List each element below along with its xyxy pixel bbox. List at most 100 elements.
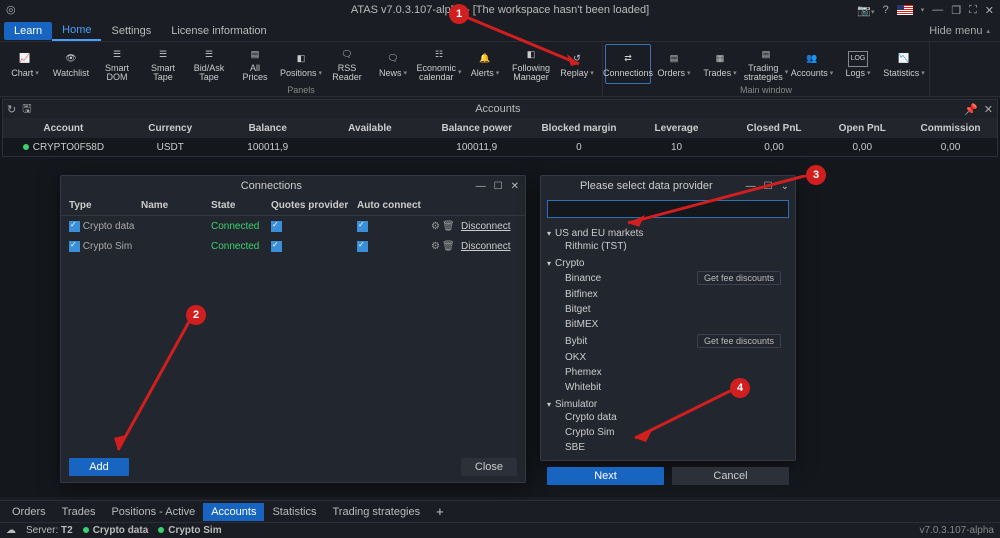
dialog-maximize-button[interactable]: ☐ bbox=[764, 181, 773, 192]
tab-accounts[interactable]: Accounts bbox=[203, 503, 264, 521]
refresh-icon[interactable]: ↻ bbox=[7, 103, 16, 116]
watchlist-button[interactable]: 👁Watchlist bbox=[48, 44, 94, 84]
tab-orders[interactable]: Orders bbox=[4, 503, 54, 521]
add-button[interactable]: Add bbox=[69, 458, 129, 476]
tab-trades[interactable]: Trades bbox=[54, 503, 104, 521]
trades-button[interactable]: ▦Trades▾ bbox=[697, 44, 743, 84]
window-restore-button[interactable]: ❐ bbox=[951, 4, 961, 17]
help-icon[interactable]: ? bbox=[883, 4, 889, 16]
smarttape-button[interactable]: ☰Smart Tape bbox=[140, 44, 186, 84]
fee-button[interactable]: Get fee discounts bbox=[697, 334, 781, 348]
allprices-button[interactable]: ▤All Prices bbox=[232, 44, 278, 84]
smartdom-button[interactable]: ☰Smart DOM bbox=[94, 44, 140, 84]
dialog-expand-button[interactable]: ⌄ bbox=[781, 181, 789, 192]
provider-item-whitebit[interactable]: Whitebit bbox=[547, 380, 789, 395]
hide-menu-button[interactable]: Hide menu ▴ bbox=[929, 25, 1000, 37]
accounts-panel-title: Accounts bbox=[32, 103, 964, 115]
settings-tab[interactable]: Settings bbox=[101, 22, 161, 40]
add-tab-button[interactable]: + bbox=[428, 502, 452, 521]
logs-button[interactable]: LOGLogs▾ bbox=[835, 44, 881, 84]
provider-item-bitmex[interactable]: BitMEX bbox=[547, 317, 789, 332]
window-fullscreen-button[interactable]: ⛶ bbox=[969, 4, 977, 17]
provider-item-rithmic[interactable]: Rithmic (TST) bbox=[547, 239, 789, 254]
col-closed[interactable]: Closed PnL bbox=[728, 118, 821, 138]
col-commission[interactable]: Commission bbox=[904, 118, 997, 138]
account-row[interactable]: CRYPTO0F58D USDT 100011,9 100011,9 0 10 … bbox=[3, 138, 997, 156]
trash-icon[interactable]: 🗑 bbox=[442, 241, 457, 252]
statistics-button[interactable]: 📉Statistics▾ bbox=[881, 44, 927, 84]
provider-search-input[interactable] bbox=[547, 200, 789, 218]
bidask-button[interactable]: ☰Bid/Ask Tape bbox=[186, 44, 232, 84]
col-account[interactable]: Account bbox=[3, 118, 124, 138]
license-tab[interactable]: License information bbox=[161, 22, 276, 40]
news-button[interactable]: 🗨News▾ bbox=[370, 44, 416, 84]
window-close-button[interactable]: ✕ bbox=[985, 4, 994, 17]
group-crypto[interactable]: ▾Crypto bbox=[547, 258, 789, 269]
close-button[interactable]: Close bbox=[461, 458, 517, 476]
rss-button[interactable]: 🗨RSS Reader bbox=[324, 44, 370, 84]
provider-item-bitget[interactable]: Bitget bbox=[547, 302, 789, 317]
col-leverage[interactable]: Leverage bbox=[625, 118, 727, 138]
dialog-minimize-button[interactable]: — bbox=[746, 181, 756, 192]
group-simulator[interactable]: ▾Simulator bbox=[547, 399, 789, 410]
panel-close-icon[interactable]: ✕ bbox=[984, 103, 993, 116]
tab-statistics[interactable]: Statistics bbox=[264, 503, 324, 521]
following-button[interactable]: ◧Following Manager bbox=[508, 44, 554, 84]
col-balance[interactable]: Balance bbox=[217, 118, 319, 138]
group-useu[interactable]: ▾US and EU markets bbox=[547, 228, 789, 239]
disconnect-link[interactable]: Disconnect bbox=[461, 241, 510, 252]
chart-button[interactable]: 📈Chart▾ bbox=[2, 44, 48, 84]
orders-button[interactable]: ▤Orders▾ bbox=[651, 44, 697, 84]
dialog-minimize-button[interactable]: — bbox=[476, 181, 486, 192]
status-dot-icon bbox=[158, 527, 164, 533]
trash-icon[interactable]: 🗑 bbox=[442, 221, 457, 232]
provider-item-cryptosim[interactable]: Crypto Sim bbox=[547, 425, 789, 440]
connection-row[interactable]: Crypto Sim Connected ⚙🗑 Disconnect bbox=[61, 236, 525, 256]
positions-button[interactable]: ◧Positions▾ bbox=[278, 44, 324, 84]
connections-button[interactable]: ⇄Connections bbox=[605, 44, 651, 84]
autoconnect-checkbox[interactable] bbox=[357, 221, 368, 232]
provider-item-cryptodata[interactable]: Crypto data bbox=[547, 410, 789, 425]
provider-item-phemex[interactable]: Phemex bbox=[547, 365, 789, 380]
col-available[interactable]: Available bbox=[319, 118, 421, 138]
pin-icon[interactable]: 📌 bbox=[964, 103, 978, 116]
tab-strategies[interactable]: Trading strategies bbox=[324, 503, 428, 521]
learn-tab[interactable]: Learn bbox=[4, 22, 52, 40]
calendar-icon: ☷ bbox=[435, 47, 443, 63]
dialog-maximize-button[interactable]: ☐ bbox=[494, 181, 503, 192]
connection-row[interactable]: Crypto data Connected ⚙🗑 Disconnect bbox=[61, 216, 525, 236]
alerts-button[interactable]: 🔔Alerts▾ bbox=[462, 44, 508, 84]
window-minimize-button[interactable]: — bbox=[932, 4, 943, 16]
enabled-checkbox[interactable] bbox=[69, 241, 80, 252]
tab-positions[interactable]: Positions - Active bbox=[103, 503, 203, 521]
quotes-checkbox[interactable] bbox=[271, 241, 282, 252]
cancel-button[interactable]: Cancel bbox=[672, 467, 789, 485]
replay-button[interactable]: ↺Replay▾ bbox=[554, 44, 600, 84]
replay-icon: ↺ bbox=[573, 51, 581, 67]
strategies-button[interactable]: ▤Trading strategies▾ bbox=[743, 44, 789, 84]
gear-icon[interactable]: ⚙ bbox=[431, 241, 442, 252]
save-icon[interactable]: 🖫 bbox=[22, 100, 31, 119]
fee-button[interactable]: Get fee discounts bbox=[697, 271, 781, 285]
provider-item-okx[interactable]: OKX bbox=[547, 350, 789, 365]
home-tab[interactable]: Home bbox=[52, 21, 101, 41]
col-currency[interactable]: Currency bbox=[124, 118, 217, 138]
provider-item-binance[interactable]: BinanceGet fee discounts bbox=[547, 269, 789, 287]
lang-flag-icon[interactable] bbox=[897, 5, 913, 15]
gear-icon[interactable]: ⚙ bbox=[431, 221, 442, 232]
next-button[interactable]: Next bbox=[547, 467, 664, 485]
provider-item-bitfinex[interactable]: Bitfinex bbox=[547, 287, 789, 302]
disconnect-link[interactable]: Disconnect bbox=[461, 221, 510, 232]
camera-icon[interactable]: 📷▾ bbox=[857, 4, 874, 17]
col-balpower[interactable]: Balance power bbox=[421, 118, 532, 138]
col-blocked[interactable]: Blocked margin bbox=[533, 118, 626, 138]
accounts-button[interactable]: 👥Accounts▾ bbox=[789, 44, 835, 84]
dialog-close-button[interactable]: ✕ bbox=[511, 181, 519, 192]
quotes-checkbox[interactable] bbox=[271, 221, 282, 232]
provider-item-bybit[interactable]: BybitGet fee discounts bbox=[547, 332, 789, 350]
autoconnect-checkbox[interactable] bbox=[357, 241, 368, 252]
provider-item-sbe[interactable]: SBE bbox=[547, 440, 789, 455]
col-open[interactable]: Open PnL bbox=[820, 118, 904, 138]
enabled-checkbox[interactable] bbox=[69, 221, 80, 232]
economic-button[interactable]: ☷Economic calendar▾ bbox=[416, 44, 462, 84]
